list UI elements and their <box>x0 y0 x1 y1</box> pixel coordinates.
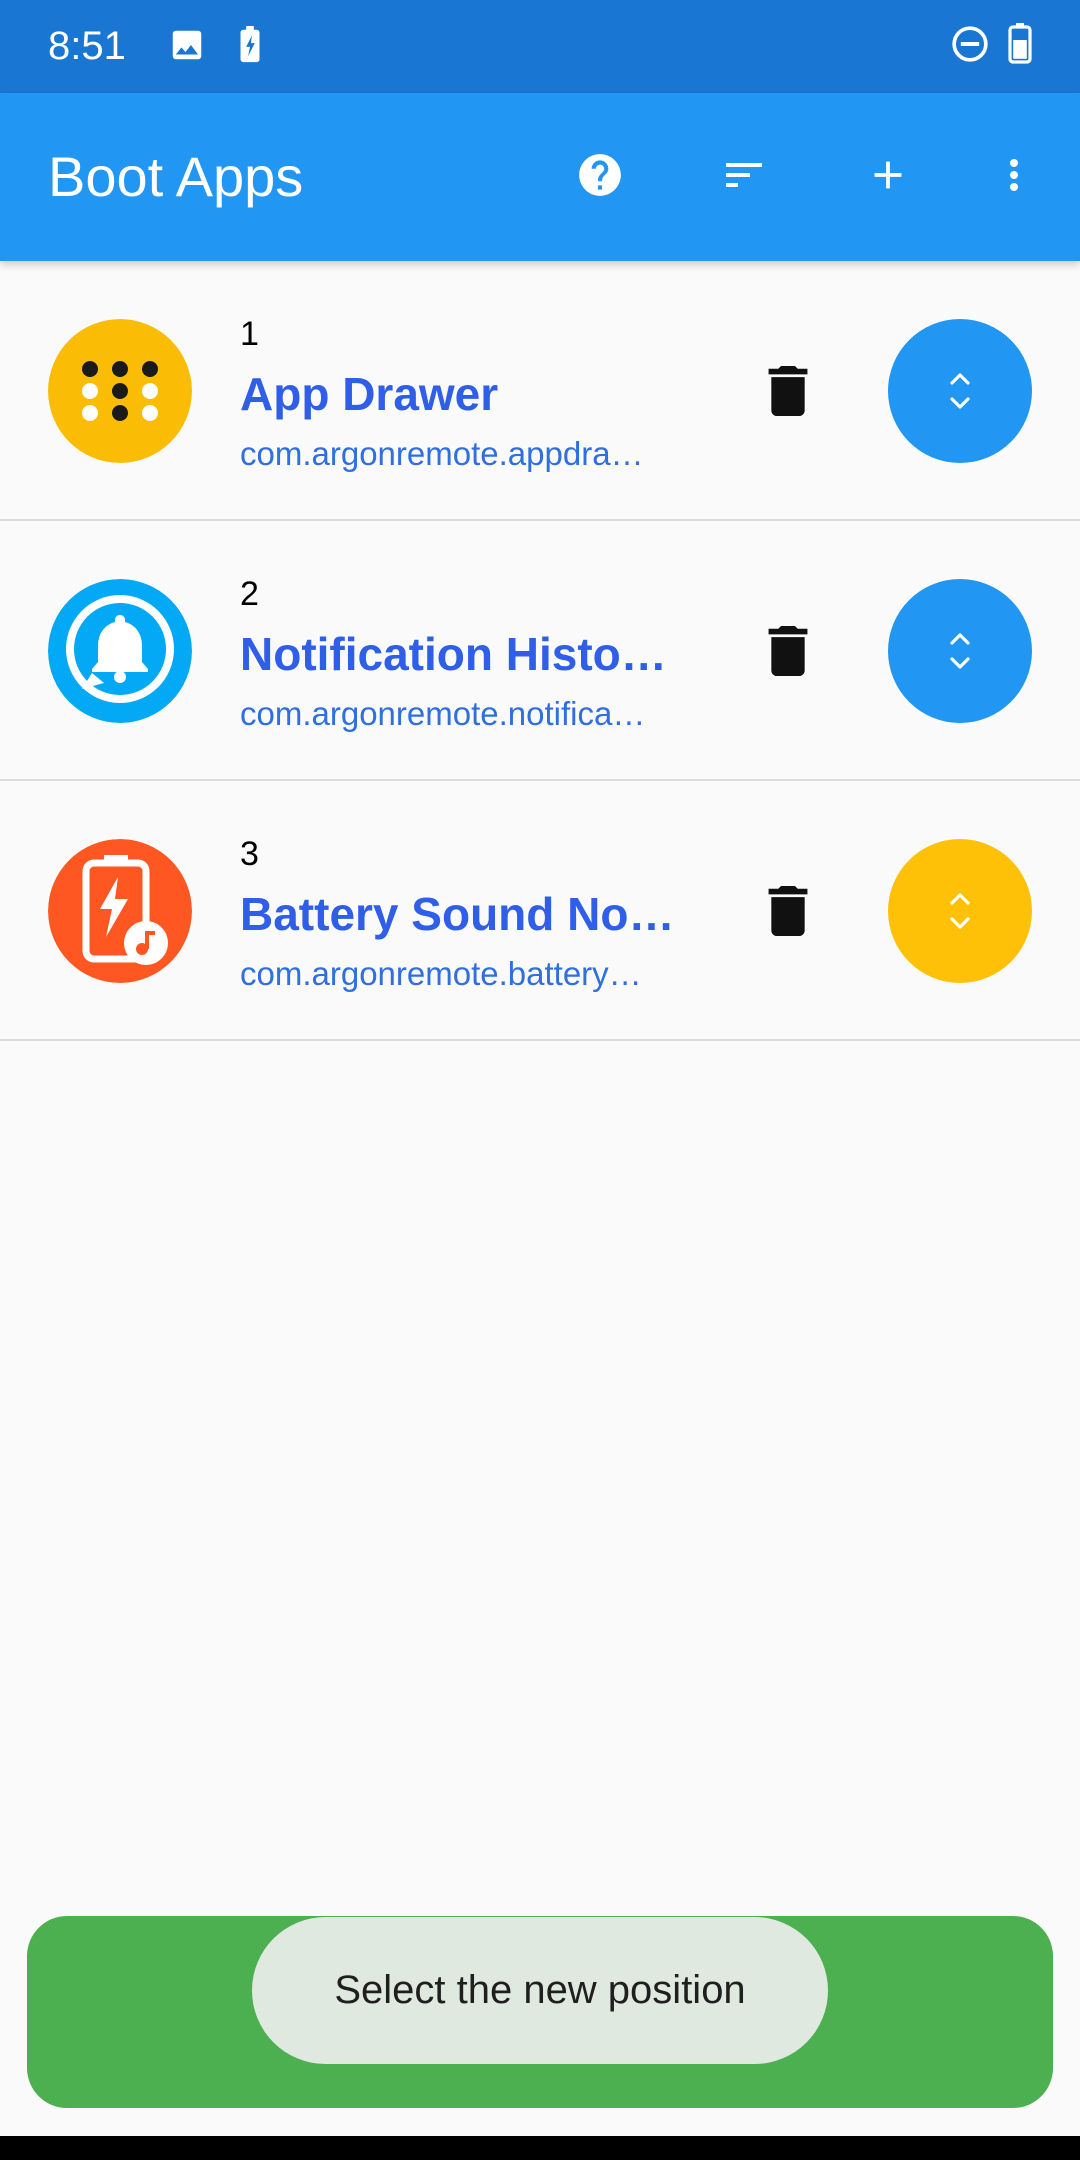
add-icon[interactable] <box>856 143 920 207</box>
boot-apps-screen: 8:51 Boot Apps 1 App Drawer com.argonrem… <box>0 0 1080 2160</box>
navigation-bar <box>0 2136 1080 2160</box>
boot-apps-list: 1 App Drawer com.argonremote.appdra… 2 N… <box>0 261 1080 1041</box>
list-item-battery-sound[interactable]: 3 Battery Sound Noti… com.argonremote.ba… <box>0 781 1080 1041</box>
app-package: com.argonremote.appdra… <box>240 435 644 472</box>
app-title: Boot Apps <box>48 145 304 208</box>
delete-icon <box>768 626 808 676</box>
app-position-number: 2 <box>240 575 259 613</box>
reorder-arrows-icon <box>950 373 970 409</box>
list-item-notification-history[interactable]: 2 Notification Histor… com.argonremote.n… <box>0 521 1080 781</box>
do-not-disturb-icon <box>950 24 990 69</box>
status-bar: 8:51 <box>0 0 1080 93</box>
app-name: Notification Histor… <box>240 628 680 680</box>
help-icon[interactable] <box>568 143 632 207</box>
app-position-number: 1 <box>240 315 259 353</box>
app-package: com.argonremote.notifica… <box>240 695 646 732</box>
sort-icon[interactable] <box>712 143 776 207</box>
delete-button[interactable] <box>748 879 828 943</box>
app-position-number: 3 <box>240 835 259 873</box>
more-vert-icon[interactable] <box>982 143 1046 207</box>
delete-icon <box>768 886 808 936</box>
reorder-arrows-icon <box>950 633 970 669</box>
reorder-arrows-icon <box>950 893 970 929</box>
toast-message: Select the new position <box>252 1917 828 2064</box>
app-name: App Drawer <box>240 368 499 420</box>
battery-icon <box>1008 22 1032 69</box>
move-button[interactable] <box>888 319 1032 463</box>
battery-charging-icon <box>238 26 262 69</box>
status-time: 8:51 <box>48 24 126 68</box>
app-bar: Boot Apps <box>0 93 1080 261</box>
move-button[interactable] <box>888 579 1032 723</box>
delete-button[interactable] <box>748 359 828 423</box>
notification-bell-icon <box>48 579 192 723</box>
image-icon <box>168 26 206 69</box>
list-item-app-drawer[interactable]: 1 App Drawer com.argonremote.appdra… <box>0 261 1080 521</box>
app-name: Battery Sound Noti… <box>240 888 680 940</box>
delete-button[interactable] <box>748 619 828 683</box>
delete-icon <box>768 366 808 416</box>
app-drawer-icon <box>48 319 192 463</box>
battery-sound-icon <box>48 839 192 983</box>
app-package: com.argonremote.battery… <box>240 955 642 992</box>
move-button-selected[interactable] <box>888 839 1032 983</box>
